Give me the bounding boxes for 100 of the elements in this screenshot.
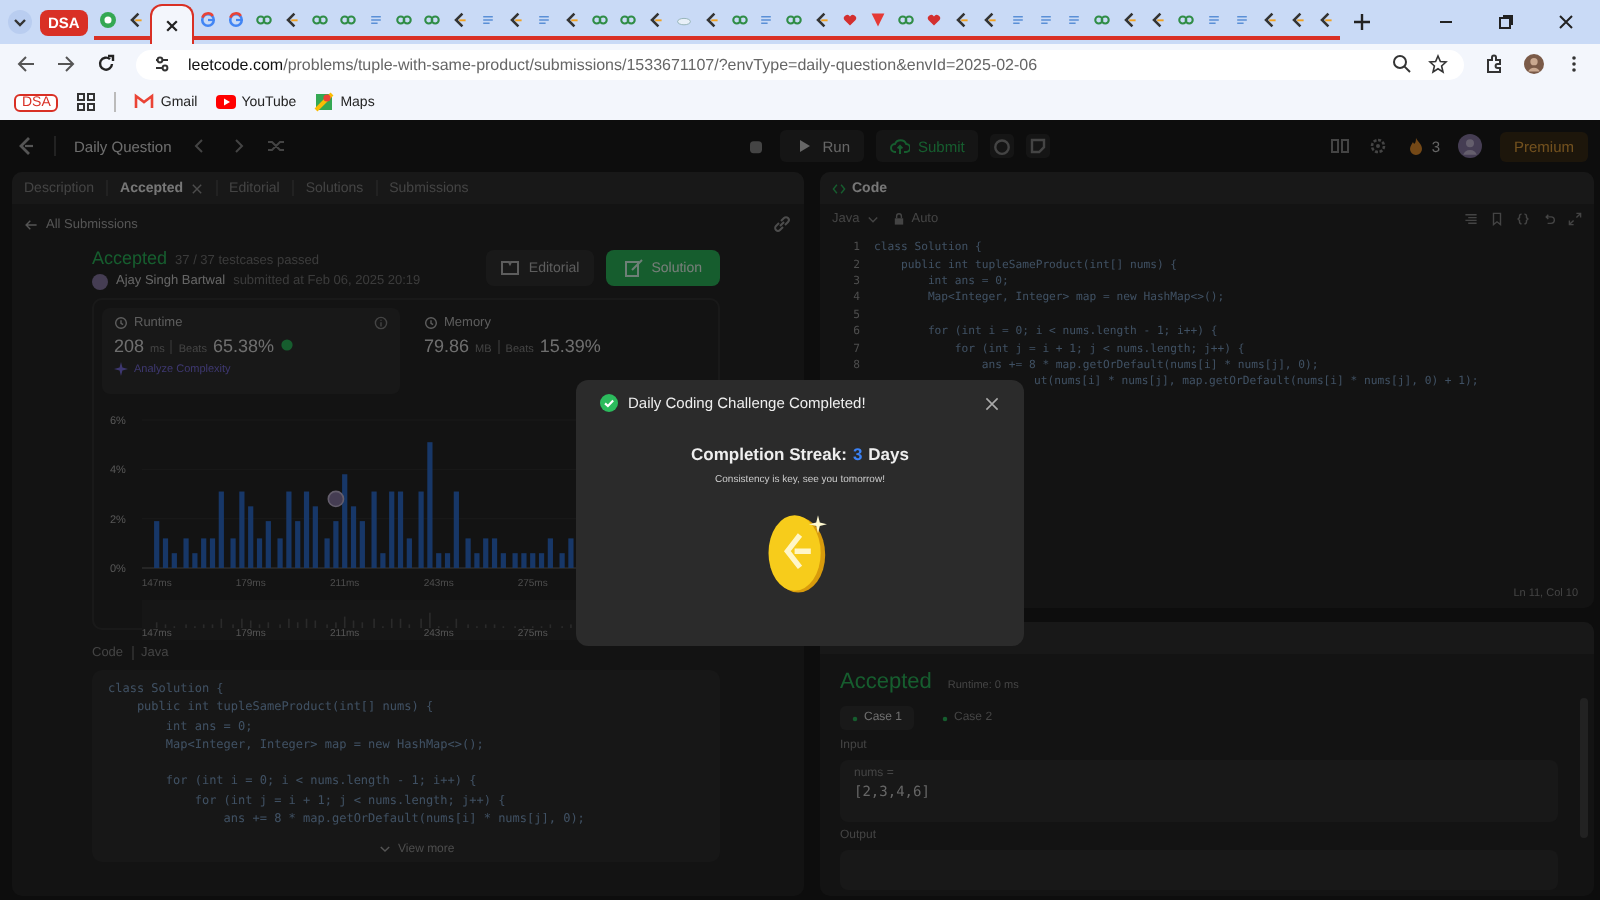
status-text: Accepted [92,247,168,267]
histogram-bar[interactable] [538,553,545,568]
google-icon [199,12,216,28]
pass-dot-icon [942,715,949,721]
beats-percent: 15.39% [539,336,601,356]
cloud-icon [675,12,692,28]
apps-icon[interactable] [76,92,97,112]
chevron-logo-icon [814,12,831,28]
book-icon [500,258,521,278]
share-icon[interactable] [772,214,792,234]
loops-icon [423,12,440,28]
document-icon [1066,12,1083,28]
chevron-logo-icon [127,12,144,28]
bookmark-icon[interactable] [1490,211,1504,225]
heart-icon [842,12,859,28]
loops-icon [339,12,356,28]
loops-icon [619,12,636,28]
note-icon[interactable] [1026,134,1051,158]
loops-icon [1094,12,1111,28]
chevron-logo-icon [283,12,300,28]
loops-icon [591,12,608,28]
tab-search-icon[interactable] [8,10,32,34]
expand-icon[interactable] [1568,211,1582,225]
chevron-logo-icon [954,12,971,28]
histogram-bar[interactable] [444,553,451,568]
histogram-bar[interactable] [350,506,357,568]
check-icon [600,394,618,412]
histogram-bar[interactable] [342,474,348,568]
document-icon [367,12,384,28]
stat-value: 79.86 [424,336,470,356]
puzzle-icon[interactable] [1484,54,1504,74]
format-icon[interactable] [1464,211,1478,225]
clock-icon [424,316,438,330]
loops-icon [395,12,412,28]
loops-icon [786,12,803,28]
histogram-bar[interactable] [397,491,404,568]
document-icon [1206,12,1223,28]
beats-percent: 65.38% [212,336,274,356]
loops-icon [255,12,272,28]
forward-icon[interactable] [56,54,76,74]
clock-icon [114,316,128,330]
alarm-icon[interactable] [990,134,1015,158]
zoom-icon[interactable] [1392,54,1412,74]
restore-icon[interactable] [1496,12,1517,32]
streak-unit: Days [868,444,909,464]
back-icon[interactable] [16,54,36,74]
histogram-bar[interactable] [256,538,263,568]
chevron-logo-icon [703,12,720,28]
stat-value: 208 [114,336,145,356]
site-settings-icon[interactable] [152,54,172,74]
document-icon [1038,12,1055,28]
sparkle-icon [114,362,128,376]
layout-icon[interactable] [1329,136,1350,156]
avatar-icon [92,273,108,289]
back-arrow-icon [24,217,38,231]
chevron-logo-icon [1150,12,1167,28]
chevron-logo-icon [1122,12,1139,28]
flame-icon [1405,136,1426,156]
pass-dot-icon [852,715,858,721]
map-icon [314,92,335,112]
streak-count: 3 [852,444,863,464]
reload-icon[interactable] [96,54,116,74]
braces-icon[interactable] [1516,211,1530,225]
chevron-logo-icon [1318,12,1335,28]
chevron-logo-icon [451,12,468,28]
close-icon[interactable] [163,17,180,33]
histogram-bar[interactable] [491,538,498,568]
avatar-icon[interactable] [1524,54,1544,74]
info-icon[interactable] [374,316,388,330]
avatar-icon[interactable] [1457,134,1482,158]
code-icon [832,181,846,195]
lock-icon [891,211,906,225]
triangle-icon [870,12,887,28]
close-icon[interactable] [984,395,1000,411]
loops-icon [731,12,747,28]
undo-icon[interactable] [1542,211,1556,225]
caret-icon [865,211,880,225]
address-bar[interactable]: leetcode.com/problems/tuple-with-same-product/submissions/1533671107/?envType=daily-question&envId=2025-02-06 [136,49,1464,79]
star-icon[interactable] [1428,54,1448,74]
close-icon[interactable] [1556,12,1577,32]
edit-icon [623,258,644,278]
loops-icon [1178,12,1195,28]
loops-icon [898,12,915,28]
result-status: Accepted [840,670,932,694]
mail-icon [134,92,155,112]
chevron-logo-icon [563,12,580,28]
browser-tab[interactable] [149,4,194,44]
leaf-icon [279,338,294,352]
chevron-logo-icon [507,12,524,28]
chevron-logo-icon [1262,12,1279,28]
globe-icon [99,12,116,28]
settings-icon[interactable] [1367,136,1388,156]
new-tab-icon[interactable] [1352,12,1373,32]
shuffle-icon[interactable] [265,136,286,156]
logo-icon[interactable] [16,136,36,156]
document-icon [1010,12,1027,28]
histogram-bar[interactable] [303,491,310,568]
submission-marker[interactable] [327,490,345,508]
document-icon [1234,12,1251,28]
chevron-down-icon [378,842,392,856]
